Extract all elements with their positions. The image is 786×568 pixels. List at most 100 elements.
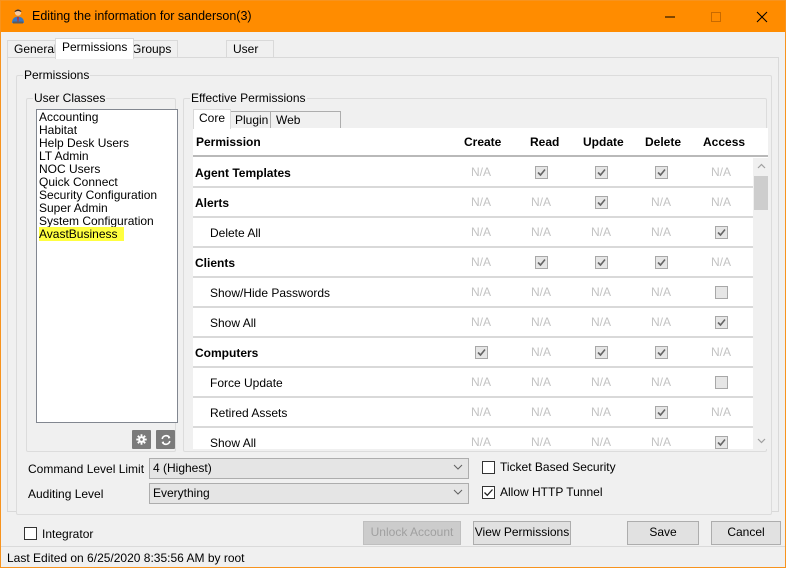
integrator-label[interactable]: Integrator <box>42 527 93 541</box>
save-button[interactable]: Save <box>627 521 699 545</box>
permission-checkbox[interactable] <box>654 255 668 269</box>
user-class-settings-button[interactable] <box>132 430 151 449</box>
cell-delete-na: N/A <box>650 315 671 329</box>
column-create[interactable]: Create <box>464 135 501 149</box>
tab-web-extensions[interactable]: Web Extensions <box>270 111 341 143</box>
permission-checkbox[interactable] <box>654 405 668 419</box>
column-update[interactable]: Update <box>583 135 624 149</box>
scroll-down-icon[interactable] <box>757 438 766 444</box>
checkmark-icon <box>656 258 666 266</box>
close-button[interactable] <box>739 1 785 32</box>
permission-checkbox[interactable] <box>714 225 728 239</box>
column-access[interactable]: Access <box>703 135 745 149</box>
title-bar[interactable]: Editing the information for sanderson(3) <box>1 1 785 32</box>
permission-name: Agent Templates <box>195 166 291 180</box>
checkmark-icon <box>716 228 726 236</box>
user-class-item[interactable]: AvastBusiness <box>39 227 175 241</box>
cell-update <box>576 158 626 186</box>
permission-checkbox[interactable] <box>714 435 728 449</box>
auditing-level-select[interactable]: Everything <box>149 483 469 504</box>
refresh-icon <box>160 434 171 445</box>
integrator-checkbox[interactable] <box>24 527 37 540</box>
tab-plugin[interactable]: Plugin <box>229 111 275 128</box>
table-row: Clients N/A N/A <box>193 248 753 278</box>
permission-checkbox[interactable] <box>654 165 668 179</box>
cell-read-na: N/A <box>530 285 551 299</box>
cell-update <box>576 248 626 276</box>
permission-checkbox[interactable] <box>534 165 548 179</box>
checkmark-icon <box>484 489 493 497</box>
permission-checkbox[interactable] <box>714 285 728 299</box>
table-row: Computers N/A N/A <box>193 338 753 368</box>
column-read[interactable]: Read <box>530 135 559 149</box>
user-class-label: NOC Users <box>39 162 101 176</box>
permission-checkbox[interactable] <box>594 165 608 179</box>
gear-icon <box>136 434 147 445</box>
scroll-up-icon[interactable] <box>757 163 766 169</box>
user-classes-list[interactable]: Accounting Habitat Help Desk Users LT Admin… <box>36 109 178 423</box>
cell-create-na: N/A <box>470 255 491 269</box>
user-class-label: LT Admin <box>39 149 89 163</box>
permission-checkbox[interactable] <box>594 345 608 359</box>
permissions-group-label: Permissions <box>23 68 91 82</box>
checkmark-icon <box>596 258 606 266</box>
cell-delete-na: N/A <box>650 435 671 449</box>
scroll-thumb[interactable] <box>754 176 768 210</box>
tab-permissions[interactable]: Permissions <box>55 38 135 59</box>
permission-checkbox[interactable] <box>474 345 488 359</box>
allow-http-tunnel-checkbox[interactable] <box>482 486 495 499</box>
cell-create-na: N/A <box>470 315 491 329</box>
cell-read <box>516 158 566 186</box>
column-delete[interactable]: Delete <box>645 135 681 149</box>
command-level-limit-select[interactable]: 4 (Highest) <box>149 458 469 479</box>
cell-delete <box>636 158 686 186</box>
grid-scrollbar[interactable] <box>753 158 768 449</box>
cell-update <box>576 188 626 216</box>
close-icon <box>756 11 768 22</box>
permission-checkbox[interactable] <box>594 255 608 269</box>
cell-create-na: N/A <box>470 405 491 419</box>
cell-access <box>696 218 746 246</box>
unlock-account-button[interactable]: Unlock Account <box>363 521 461 545</box>
permission-checkbox[interactable] <box>534 255 548 269</box>
cell-create <box>456 338 506 366</box>
minimize-button[interactable] <box>647 1 693 32</box>
chevron-down-icon <box>453 489 463 495</box>
cell-read-na: N/A <box>530 375 551 389</box>
permission-checkbox[interactable] <box>594 195 608 209</box>
permission-checkbox[interactable] <box>654 345 668 359</box>
permission-name: Computers <box>195 346 259 360</box>
maximize-button[interactable] <box>693 1 739 32</box>
permissions-tab-page: Permissions User Classes Accounting Habit… <box>7 57 779 515</box>
cell-read-na: N/A <box>530 345 551 359</box>
permission-checkbox[interactable] <box>714 375 728 389</box>
user-icon <box>12 9 24 24</box>
checkmark-icon <box>596 198 606 206</box>
user-classes-group: User Classes Accounting Habitat Help Desk … <box>26 91 178 452</box>
auditing-level-value: Everything <box>153 486 210 500</box>
user-class-refresh-button[interactable] <box>156 430 175 449</box>
maximize-icon <box>711 11 721 22</box>
checkmark-icon <box>716 438 726 446</box>
allow-http-tunnel-label[interactable]: Allow HTTP Tunnel <box>500 485 603 499</box>
permissions-group: Permissions User Classes Accounting Habit… <box>16 68 772 515</box>
cell-update <box>576 338 626 366</box>
ticket-based-security-checkbox[interactable] <box>482 461 495 474</box>
view-permissions-button[interactable]: View Permissions <box>473 521 571 545</box>
table-row: Show All N/A N/A N/A N/A <box>193 428 753 449</box>
user-class-label: Security Configuration <box>39 188 158 202</box>
column-permission[interactable]: Permission <box>196 135 261 149</box>
user-class-label: Super Admin <box>39 201 108 215</box>
permission-checkbox[interactable] <box>714 315 728 329</box>
ticket-based-security-label[interactable]: Ticket Based Security <box>500 460 616 474</box>
cell-read-na: N/A <box>530 195 551 209</box>
edit-user-window: Editing the information for sanderson(3)… <box>0 0 786 568</box>
tab-user-avatar[interactable]: User Avatar <box>226 40 275 73</box>
tab-core[interactable]: Core <box>193 109 232 129</box>
cell-update-na: N/A <box>590 375 611 389</box>
cell-create-na: N/A <box>470 435 491 449</box>
cell-delete-na: N/A <box>650 285 671 299</box>
cancel-button[interactable]: Cancel <box>711 521 781 545</box>
checkmark-icon <box>656 408 666 416</box>
checkmark-icon <box>536 168 546 176</box>
